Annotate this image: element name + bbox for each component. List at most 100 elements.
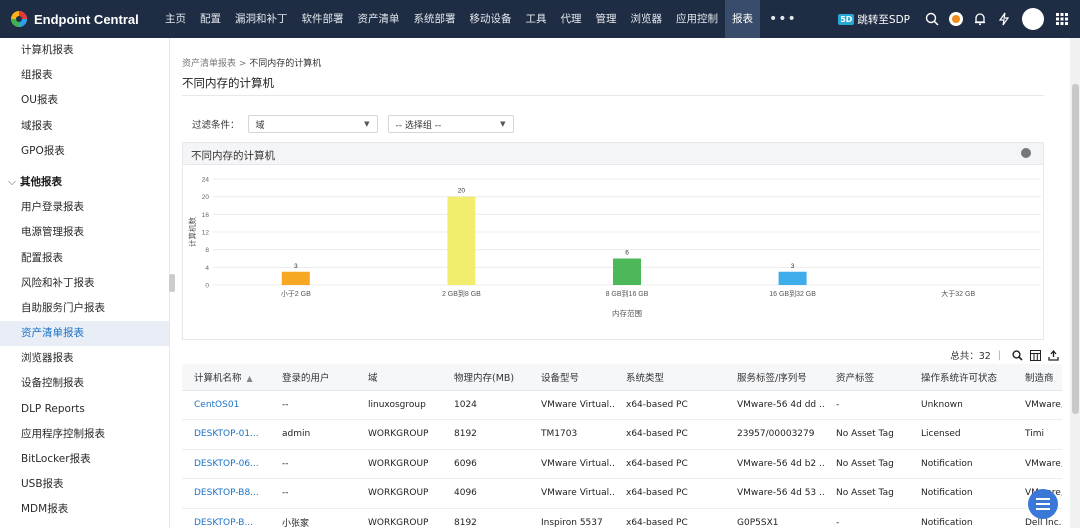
scrollbar-thumb[interactable] (1072, 84, 1079, 414)
table-row: DESKTOP-06... -- WORKGROUP 6096 VMware V… (182, 449, 1062, 479)
sidebar-item-dlp[interactable]: DLP Reports (0, 397, 169, 422)
nav-software-deployment[interactable]: 软件部署 (295, 0, 351, 38)
col-os-license[interactable]: 操作系统许可状态 (909, 364, 1013, 391)
col-manufacturer[interactable]: 制造商 (1013, 364, 1062, 391)
bar (778, 271, 807, 285)
search-icon[interactable] (920, 0, 944, 38)
cell-user: -- (270, 449, 356, 479)
cell-model: VMware Virtual... (529, 478, 614, 509)
col-system-type[interactable]: 系统类型 (614, 364, 725, 391)
nav-tools[interactable]: 工具 (519, 0, 554, 38)
sidebar-item-domain-reports[interactable]: 域报表 (0, 114, 169, 139)
sidebar-item-self-service[interactable]: 自助服务门户报表 (0, 296, 169, 321)
column-chooser-icon[interactable] (1026, 349, 1044, 361)
sidebar-item-app-control[interactable]: 应用程序控制报表 (0, 422, 169, 447)
user-avatar[interactable] (1022, 8, 1044, 30)
sidebar-item-gpo-reports[interactable]: GPO报表 (0, 139, 169, 164)
export-icon[interactable] (1044, 349, 1062, 361)
nav-mobile-devices[interactable]: 移动设备 (463, 0, 519, 38)
nav-os-deployment[interactable]: 系统部署 (407, 0, 463, 38)
cell-license: Notification (909, 478, 1013, 509)
nav-threats-patches[interactable]: 漏洞和补丁 (228, 0, 295, 38)
app-logo[interactable]: Endpoint Central (0, 10, 158, 28)
y-tick-label: 0 (205, 283, 209, 290)
sidebar-collapse-handle[interactable] (169, 274, 175, 292)
computer-name-link[interactable]: DESKTOP-06... (182, 449, 270, 479)
sidebar-section-label: 其他报表 (20, 175, 62, 188)
breadcrumb-separator: > (236, 59, 250, 69)
cell-asset-tag: No Asset Tag (824, 478, 909, 509)
quick-actions-lightning-icon[interactable] (992, 0, 1016, 38)
sdp-label: 跳转至SDP (857, 13, 910, 26)
sidebar-item-config[interactable]: 配置报表 (0, 246, 169, 271)
sidebar-item-power-mgmt[interactable]: 电源管理报表 (0, 220, 169, 245)
table-row: DESKTOP-B... 小张家 WORKGROUP 8192 Inspiron… (182, 508, 1062, 528)
cell-domain: WORKGROUP (356, 508, 442, 528)
sidebar-item-bitlocker[interactable]: BitLocker报表 (0, 447, 169, 472)
col-logged-user[interactable]: 登录的用户 (270, 364, 356, 391)
col-computer-name[interactable]: 计算机名称 ▲ (182, 364, 270, 391)
caret-down-icon: ▼ (500, 120, 506, 128)
chart-card-header: 不同内存的计算机 (183, 143, 1043, 165)
breadcrumb-parent[interactable]: 资产清单报表 (182, 59, 236, 69)
sidebar-item-device-control[interactable]: 设备控制报表 (0, 371, 169, 396)
title-divider (182, 95, 1044, 96)
sort-asc-icon[interactable]: ▲ (247, 374, 253, 383)
computer-name-link[interactable]: DESKTOP-B... (182, 508, 270, 528)
sidebar-item-mdm[interactable]: MDM报表 (0, 497, 169, 522)
nav-browsers[interactable]: 浏览器 (624, 0, 670, 38)
nav-more-button[interactable]: ••• (760, 0, 806, 38)
sidebar-item-group-reports[interactable]: 组报表 (0, 63, 169, 88)
nav-admin[interactable]: 管理 (589, 0, 624, 38)
sidebar-item-computer-reports[interactable]: 计算机报表 (0, 38, 169, 63)
computer-name-link[interactable]: DESKTOP-B8... (182, 478, 270, 509)
col-domain[interactable]: 域 (356, 364, 442, 391)
nav-configurations[interactable]: 配置 (193, 0, 228, 38)
toolbar-separator: | (997, 349, 1001, 361)
security-shield-icon[interactable] (944, 0, 968, 38)
bar-value-label: 20 (458, 188, 466, 195)
endpoint-central-logo-icon (11, 11, 27, 27)
app-grid-icon[interactable] (1050, 0, 1074, 38)
chart-settings-icon[interactable] (1021, 148, 1031, 158)
y-tick-label: 8 (205, 247, 209, 254)
cell-domain: linuxosgroup (356, 390, 442, 420)
sdp-badge: 5D (838, 13, 855, 25)
sidebar-item-inventory[interactable]: 资产清单报表 (0, 321, 169, 347)
col-device-model[interactable]: 设备型号 (529, 364, 614, 391)
cell-system-type: x64-based PC (614, 508, 725, 528)
page-scrollbar[interactable] (1070, 38, 1080, 528)
sidebar-item-threats-patches[interactable]: 风险和补丁报表 (0, 271, 169, 296)
col-service-tag[interactable]: 服务标签/序列号 (725, 364, 824, 391)
computer-name-link[interactable]: CentOS01 (182, 390, 270, 420)
search-icon[interactable] (1008, 349, 1026, 361)
group-select[interactable]: -- 选择组 -- ▼ (387, 115, 514, 133)
computer-name-link[interactable]: DESKTOP-01... (182, 419, 270, 450)
nav-reports[interactable]: 报表 (725, 0, 760, 38)
col-asset-tag[interactable]: 资产标签 (824, 364, 909, 391)
sidebar-section-other-reports[interactable]: ⌵ 其他报表 (0, 170, 169, 195)
go-to-sdp-link[interactable]: 5D 跳转至SDP (838, 12, 910, 27)
nav-inventory[interactable]: 资产清单 (351, 0, 407, 38)
x-tick-label: 8 GB到16 GB (606, 290, 649, 298)
notification-bell-icon[interactable] (968, 0, 992, 38)
nav-app-control[interactable]: 应用控制 (669, 0, 725, 38)
cell-domain: WORKGROUP (356, 478, 442, 509)
chat-assistant-button[interactable] (1028, 489, 1058, 519)
y-tick-label: 24 (202, 177, 210, 184)
sidebar-item-usb[interactable]: USB报表 (0, 472, 169, 497)
sidebar-item-user-logon[interactable]: 用户登录报表 (0, 195, 169, 220)
sidebar-item-ou-reports[interactable]: OU报表 (0, 88, 169, 113)
domain-select[interactable]: 域 ▼ (247, 115, 378, 133)
y-tick-label: 16 (202, 212, 210, 219)
nav-agent[interactable]: 代理 (554, 0, 589, 38)
chart-card-title: 不同内存的计算机 (191, 150, 275, 162)
cell-memory: 4096 (442, 478, 529, 509)
memory-distribution-bar-chart: 0 4 8 12 16 20 24 3 小于2 GB 20 2 GB到8 GB 6 8 GB到16 GB… (187, 177, 1041, 318)
sidebar-item-browsers[interactable]: 浏览器报表 (0, 346, 169, 371)
col-physical-memory[interactable]: 物理内存(MB) (442, 364, 529, 391)
bar-value-label: 3 (791, 263, 795, 270)
filter-bar: 过滤条件： 域 ▼ -- 选择组 -- ▼ (192, 115, 514, 133)
cell-license: Unknown (909, 390, 1013, 420)
nav-home[interactable]: 主页 (158, 0, 193, 38)
